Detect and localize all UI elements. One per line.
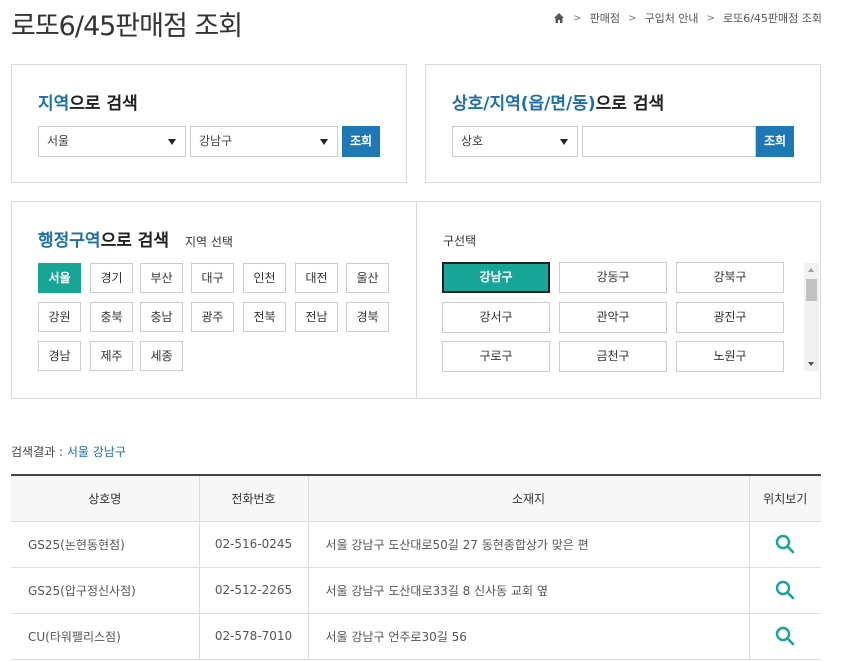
region-search-panel: 지역으로 검색 서울 강남구 조회 [11, 64, 407, 183]
address-cell: 서울 강남구 도산대로50길 27 동현종합상가 맞은 편 [307, 521, 749, 568]
address-cell: 서울 강남구 언주로30길 56 [307, 613, 749, 660]
phone-cell: 02-578-7010 [198, 613, 308, 660]
dropdown-arrow-icon [320, 139, 328, 145]
address-cell: 서울 강남구 도산대로33길 8 신사동 교회 옆 [307, 567, 749, 614]
region-button[interactable]: 대구 [191, 263, 234, 293]
region-button[interactable]: 경기 [90, 263, 133, 293]
dropdown-arrow-icon [168, 139, 176, 145]
admin-search-title: 행정구역으로 검색 지역 선택 [38, 231, 233, 251]
chevron-right-icon: > [706, 12, 715, 24]
column-header-phone: 전화번호 [198, 474, 308, 522]
region-button[interactable]: 경북 [346, 302, 389, 332]
region-search-title: 지역으로 검색 [38, 94, 138, 114]
table-row: CU(타워팰리스점) 02-578-7010 서울 강남구 언주로30길 56 [11, 613, 821, 660]
table-row: GS25(논현동현점) 02-516-0245 서울 강남구 도산대로50길 27 … [11, 521, 821, 568]
region-button[interactable]: 세종 [140, 341, 183, 371]
district-label: 구선택 [443, 234, 477, 248]
name-search-button[interactable]: 조회 [756, 126, 794, 157]
dropdown-arrow-icon [560, 139, 568, 145]
location-cell [748, 567, 821, 614]
page-title: 로또6/45판매점 조회 [11, 11, 243, 42]
home-icon[interactable] [553, 12, 565, 24]
store-name-cell: GS25(압구정신사점) [11, 567, 199, 614]
name-search-panel: 상호/지역(읍/면/동)으로 검색 상호 조회 [425, 64, 821, 183]
region-button[interactable]: 충남 [140, 302, 183, 332]
district-button[interactable]: 강서구 [442, 302, 550, 333]
location-cell [748, 521, 821, 568]
region-button[interactable]: 인천 [243, 263, 286, 293]
column-header-name: 상호명 [11, 474, 199, 522]
search-icon[interactable] [775, 626, 795, 646]
region-button[interactable]: 제주 [90, 341, 133, 371]
district-button[interactable]: 구로구 [442, 341, 550, 372]
region-button[interactable]: 전북 [243, 302, 286, 332]
column-header-address: 소재지 [307, 474, 749, 522]
chevron-right-icon: > [628, 12, 637, 24]
search-result-label: 검색결과 : 서울 강남구 [11, 445, 126, 459]
region-select-subtitle: 지역 선택 [184, 235, 233, 249]
location-cell [748, 613, 821, 660]
scroll-up-icon[interactable] [808, 268, 814, 272]
breadcrumb: > 판매점 > 구입처 안내 > 로또6/45판매점 조회 [553, 10, 822, 26]
region-button[interactable]: 서울 [38, 263, 81, 293]
region-button[interactable]: 부산 [140, 263, 183, 293]
table-row: GS25(압구정신사점) 02-512-2265 서울 강남구 도산대로33길 8 … [11, 567, 821, 614]
panel-divider [416, 202, 417, 398]
column-header-location: 위치보기 [748, 474, 821, 522]
district-button[interactable]: 금천구 [559, 341, 667, 372]
scroll-down-icon[interactable] [808, 362, 814, 366]
phone-cell: 02-512-2265 [198, 567, 308, 614]
district-scrollbar[interactable] [804, 263, 819, 371]
region-search-button[interactable]: 조회 [342, 126, 380, 157]
name-search-title: 상호/지역(읍/면/동)으로 검색 [452, 94, 665, 114]
store-name-cell: CU(타워팰리스점) [11, 613, 199, 660]
scroll-thumb[interactable] [806, 279, 817, 301]
store-name-cell: GS25(논현동현점) [11, 521, 199, 568]
search-icon[interactable] [775, 580, 795, 600]
region-button[interactable]: 충북 [90, 302, 133, 332]
region-button[interactable]: 광주 [191, 302, 234, 332]
region-button[interactable]: 울산 [346, 263, 389, 293]
table-header-row: 상호명 전화번호 소재지 위치보기 [11, 474, 821, 522]
district-button[interactable]: 광진구 [676, 302, 784, 333]
breadcrumb-item[interactable]: 로또6/45판매점 조회 [723, 10, 822, 26]
district-button[interactable]: 강남구 [442, 262, 550, 293]
district-select[interactable]: 강남구 [190, 126, 338, 157]
region-button[interactable]: 전남 [295, 302, 338, 332]
breadcrumb-item[interactable]: 구입처 안내 [644, 10, 698, 26]
chevron-right-icon: > [573, 12, 582, 24]
search-type-select[interactable]: 상호 [452, 126, 578, 157]
region-button[interactable]: 대전 [295, 263, 338, 293]
district-button[interactable]: 노원구 [676, 341, 784, 372]
breadcrumb-item[interactable]: 판매점 [590, 10, 620, 26]
results-table: 상호명 전화번호 소재지 위치보기 GS25(논현동현점) 02-516-0245… [11, 474, 821, 660]
region-button[interactable]: 경남 [38, 341, 81, 371]
phone-cell: 02-516-0245 [198, 521, 308, 568]
district-button[interactable]: 강동구 [559, 262, 667, 293]
district-button[interactable]: 강북구 [676, 262, 784, 293]
region-button[interactable]: 강원 [38, 302, 81, 332]
city-select[interactable]: 서울 [38, 126, 186, 157]
district-button[interactable]: 관악구 [559, 302, 667, 333]
search-icon[interactable] [775, 534, 795, 554]
keyword-input[interactable] [582, 126, 756, 157]
